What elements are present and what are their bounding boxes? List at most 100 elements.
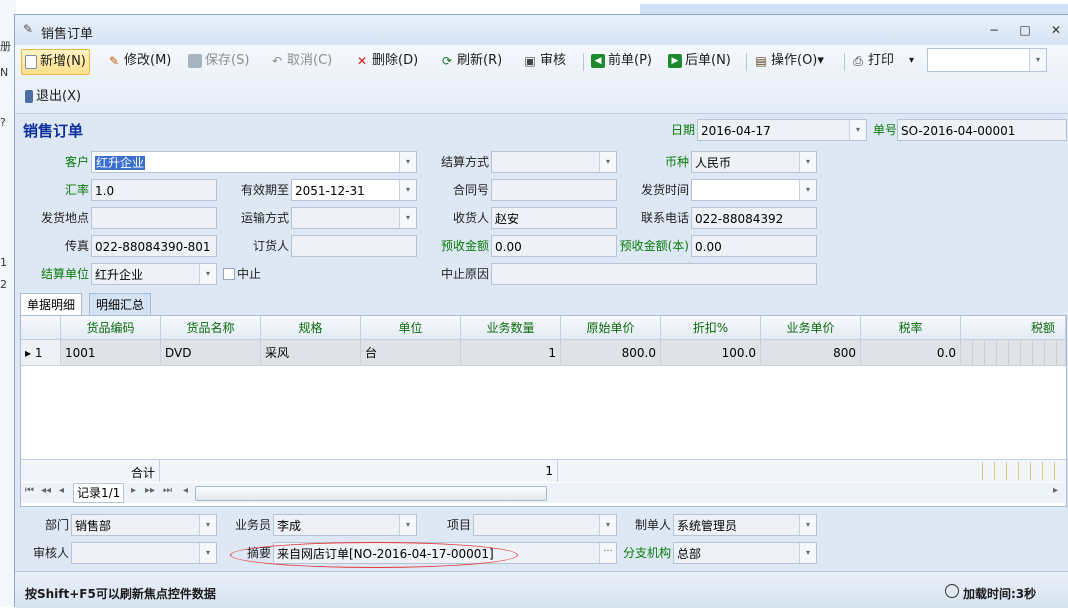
chevron-down-icon[interactable]: ▾	[799, 180, 816, 200]
grid-header[interactable]: 税率	[861, 316, 961, 340]
branch-field[interactable]: 总部 ▾	[673, 542, 817, 564]
horizontal-scrollbar-thumb[interactable]	[195, 486, 547, 501]
salesman-field[interactable]: 李成 ▾	[273, 514, 417, 536]
grid-header[interactable]: 折扣%	[661, 316, 761, 340]
operation-menu[interactable]: ▤ 操作(O)▾	[754, 49, 824, 73]
next-order-button[interactable]: ▶ 后单(N)	[668, 49, 731, 73]
grid-header[interactable]: 货品名称	[161, 316, 261, 340]
auditor-field[interactable]: ▾	[71, 542, 217, 564]
settle-unit-field[interactable]: 红升企业 ▾	[91, 263, 217, 285]
grid-header[interactable]: 货品编码	[61, 316, 161, 340]
grid-header[interactable]: 规格	[261, 316, 361, 340]
chevron-down-icon[interactable]: ▾	[599, 152, 616, 172]
save-button[interactable]: 保存(S)	[188, 49, 249, 73]
table-cell[interactable]: 100.0	[661, 340, 761, 366]
transport-field[interactable]: ▾	[291, 207, 417, 229]
table-cell[interactable]: DVD	[161, 340, 261, 366]
refresh-button[interactable]: ⟳ 刷新(R)	[440, 49, 502, 73]
grid-header[interactable]: 原始单价	[561, 316, 661, 340]
last-record-icon[interactable]: ⏭	[163, 485, 172, 496]
print-dropdown-button[interactable]: ▾	[909, 49, 914, 73]
cancel-button[interactable]: ↶ 取消(C)	[270, 49, 332, 73]
chevron-down-icon[interactable]: ▾	[399, 515, 416, 535]
grid-footer: 合计 1	[21, 459, 1066, 482]
chevron-down-icon[interactable]: ▾	[199, 543, 216, 563]
print-button[interactable]: ⎙ 打印	[851, 49, 894, 73]
table-cell[interactable]: 0.0	[861, 340, 961, 366]
grid-header[interactable]: 税额	[961, 316, 1066, 340]
audit-button[interactable]: ▣ 审核	[523, 49, 566, 73]
stop-checkbox-label: 中止	[237, 267, 262, 281]
date-field[interactable]: 2016-04-17 ▾	[697, 119, 867, 141]
chevron-down-icon[interactable]: ▾	[199, 515, 216, 535]
orderer-field[interactable]	[291, 235, 417, 257]
table-cell[interactable]: 1001	[61, 340, 161, 366]
ship-place-field[interactable]	[91, 207, 217, 229]
stop-checkbox[interactable]	[223, 268, 235, 280]
grid-header[interactable]: 单位	[361, 316, 461, 340]
table-cell[interactable]: 800	[761, 340, 861, 366]
ellipsis-button[interactable]: ···	[599, 543, 616, 563]
chevron-down-icon[interactable]: ▾	[799, 515, 816, 535]
valid-until-field[interactable]: 2051-12-31 ▾	[291, 179, 417, 201]
table-cell[interactable]: 1	[461, 340, 561, 366]
chevron-down-icon[interactable]: ▾	[399, 208, 416, 228]
maker-label: 制单人	[634, 518, 671, 532]
prepaid-base-label: 预收金额(本)	[619, 239, 689, 253]
customer-field[interactable]: 红升企业 ▾	[91, 151, 417, 173]
first-record-icon[interactable]: ⏮	[25, 485, 34, 496]
scroll-left-icon[interactable]: ◂	[183, 485, 188, 496]
chevron-down-icon[interactable]: ▾	[1029, 49, 1046, 71]
table-cell[interactable]: 800.0	[561, 340, 661, 366]
prepaid-field[interactable]: 0.00	[491, 235, 617, 257]
chevron-down-icon[interactable]: ▾	[849, 120, 866, 140]
branch-label: 分支机构	[622, 546, 671, 560]
receiver-field[interactable]: 赵安	[491, 207, 617, 229]
toolbar-separator	[746, 53, 747, 71]
chevron-down-icon[interactable]: ▾	[799, 543, 816, 563]
next-page-icon[interactable]: ▸▸	[145, 485, 155, 496]
phone-field[interactable]: 022-88084392	[691, 207, 817, 229]
total-label: 合计	[130, 466, 155, 480]
title-bar[interactable]: ✎ 销售订单 − □ ✕	[15, 15, 1068, 45]
fax-field[interactable]: 022-88084390-801	[91, 235, 217, 257]
delete-button[interactable]: ✕ 删除(D)	[355, 49, 418, 73]
prepaid-base-field[interactable]: 0.00	[691, 235, 817, 257]
table-cell[interactable]: 采风	[261, 340, 361, 366]
prev-page-icon[interactable]: ◂◂	[41, 485, 51, 496]
stop-reason-field[interactable]	[491, 263, 817, 285]
table-cell[interactable]: 台	[361, 340, 461, 366]
close-button[interactable]: ✕	[1047, 23, 1065, 37]
scroll-right-icon[interactable]: ▸	[1053, 485, 1058, 496]
minimize-button[interactable]: −	[985, 23, 1003, 37]
rate-field[interactable]: 1.0	[91, 179, 217, 201]
table-cell[interactable]	[961, 340, 1066, 366]
row-indicator[interactable]: ▸ 1	[21, 340, 61, 366]
prev-record-icon[interactable]: ◂	[59, 485, 64, 496]
delete-icon: ✕	[356, 53, 368, 68]
grid-header[interactable]: 业务单价	[761, 316, 861, 340]
new-button[interactable]: 新增(N)	[21, 49, 90, 75]
contract-no-field[interactable]	[491, 179, 617, 201]
chevron-down-icon[interactable]: ▾	[599, 515, 616, 535]
next-record-icon[interactable]: ▸	[131, 485, 136, 496]
exit-button[interactable]: 退出(X)	[25, 85, 81, 109]
order-no-field[interactable]: SO-2016-04-00001	[897, 119, 1067, 141]
tab-summary[interactable]: 明细汇总	[89, 293, 152, 316]
grid-header[interactable]: 业务数量	[461, 316, 561, 340]
project-field[interactable]: ▾	[473, 514, 617, 536]
tab-detail[interactable]: 单据明细	[20, 293, 83, 316]
chevron-down-icon[interactable]: ▾	[399, 152, 416, 172]
edit-button[interactable]: ✎ 修改(M)	[107, 49, 171, 73]
maker-field[interactable]: 系统管理员 ▾	[673, 514, 817, 536]
toolbar-select[interactable]: ▾	[927, 48, 1047, 72]
settle-method-field[interactable]: ▾	[491, 151, 617, 173]
chevron-down-icon[interactable]: ▾	[399, 180, 416, 200]
currency-field[interactable]: 人民币 ▾	[691, 151, 817, 173]
maximize-button[interactable]: □	[1016, 23, 1034, 37]
prev-order-button[interactable]: ◀ 前单(P)	[591, 49, 652, 73]
dept-field[interactable]: 销售部 ▾	[71, 514, 217, 536]
chevron-down-icon[interactable]: ▾	[199, 264, 216, 284]
chevron-down-icon[interactable]: ▾	[799, 152, 816, 172]
ship-time-field[interactable]: ▾	[691, 179, 817, 201]
